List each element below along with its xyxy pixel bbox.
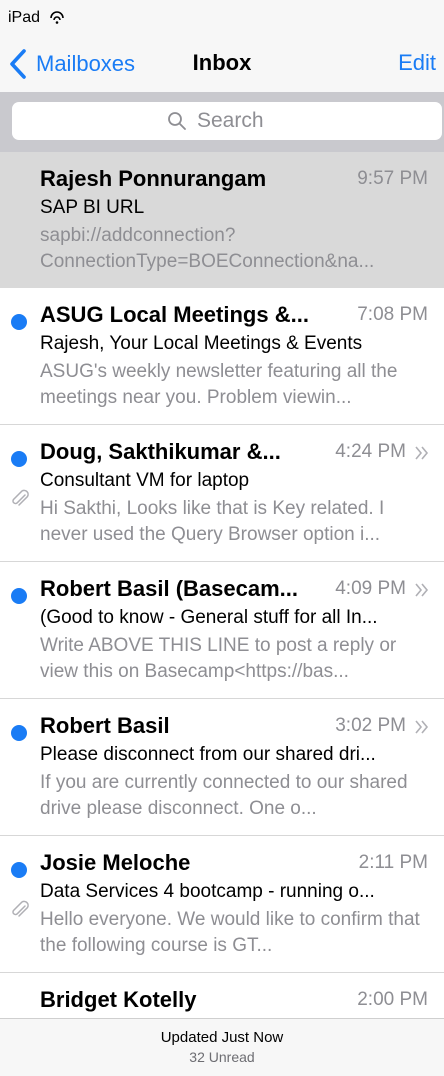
search-input[interactable] [197, 109, 287, 133]
paperclip-icon [12, 489, 29, 506]
message-preview: Hello everyone. We would like to confirm… [40, 909, 420, 956]
message-time: 4:24 PM [335, 441, 406, 462]
message-preview: If you are currently connected to our sh… [40, 772, 408, 819]
unread-dot-icon [11, 588, 27, 604]
wifi-icon [50, 11, 64, 24]
message-preview: Hi Sakthi, Looks like that is Key relate… [40, 498, 385, 545]
message-list: Rajesh Ponnurangam 9:57 PM SAP BI URL sapbi… [0, 152, 444, 1018]
message-subject: Data Services 4 bootcamp - running o... [40, 881, 375, 902]
message-time: 4:09 PM [335, 578, 406, 599]
message-subject: Please disconnect from our shared dri... [40, 744, 376, 765]
message-row[interactable]: Robert Basil 3:02 PM Please disconnect fro… [0, 699, 444, 836]
message-sender: Bridget Kotelly [40, 987, 197, 1012]
search-icon [168, 112, 186, 130]
message-time: 7:08 PM [357, 304, 428, 325]
message-subject: Rajesh, Your Local Meetings & Events [40, 333, 363, 354]
edit-button[interactable]: Edit [398, 50, 436, 76]
unread-dot-icon [11, 862, 27, 878]
message-sender: Doug, Sakthikumar &... [40, 439, 281, 464]
message-preview: sapbi://addconnection? ConnectionType=BO… [40, 225, 375, 272]
message-row[interactable]: Doug, Sakthikumar &... 4:24 PM Consultant … [0, 425, 444, 562]
message-subject: SAP BI URL [40, 197, 145, 218]
message-time: 9:57 PM [357, 168, 428, 189]
message-time: 2:11 PM [358, 852, 428, 873]
search-area [0, 92, 444, 152]
page-title: Inbox [192, 50, 252, 75]
thread-chevron-icon [415, 583, 429, 597]
message-preview: ASUG's weekly newsletter featuring all t… [40, 361, 398, 408]
message-row[interactable]: Rajesh Ponnurangam 9:57 PM SAP BI URL sapbi… [0, 152, 444, 288]
thread-chevron-icon [415, 446, 429, 460]
unread-dot-icon [11, 451, 27, 467]
message-row[interactable]: Bridget Kotelly2:00 PMCall for Proposals… [0, 973, 444, 1018]
unread-dot-icon [11, 725, 27, 741]
search-box[interactable] [12, 102, 442, 140]
message-sender: Robert Basil (Basecam... [40, 576, 298, 601]
message-sender: Robert Basil [40, 713, 170, 738]
message-row[interactable]: ASUG Local Meetings &... 7:08 PM Rajesh, Y… [0, 288, 444, 425]
unread-dot-icon [11, 314, 27, 330]
message-preview: Write ABOVE THIS LINE to post a reply or… [40, 635, 397, 682]
message-sender: Rajesh Ponnurangam [40, 166, 267, 191]
message-row[interactable]: Robert Basil (Basecam... 4:09 PM (Good to … [0, 562, 444, 699]
message-time: 2:00 PM [357, 989, 428, 1010]
thread-chevron-icon [415, 720, 429, 734]
navigation-bar: Mailboxes Inbox Edit [0, 36, 444, 92]
bottom-toolbar: Updated Just Now 32 Unread [0, 1018, 444, 1076]
message-subject: Consultant VM for laptop [40, 470, 250, 491]
message-row[interactable]: Josie Meloche 2:11 PM Data Services 4 boot… [0, 836, 444, 973]
unread-count: 32 Unread [189, 1049, 255, 1065]
update-status: Updated Just Now [160, 1029, 284, 1046]
status-bar: iPad [0, 0, 444, 36]
device-label: iPad [8, 9, 41, 26]
message-sender: Josie Meloche [40, 850, 191, 875]
paperclip-icon [12, 900, 29, 917]
message-sender: ASUG Local Meetings &... [40, 302, 309, 327]
message-time: 3:02 PM [335, 715, 406, 736]
message-subject: (Good to know - General stuff for all In… [40, 607, 378, 628]
